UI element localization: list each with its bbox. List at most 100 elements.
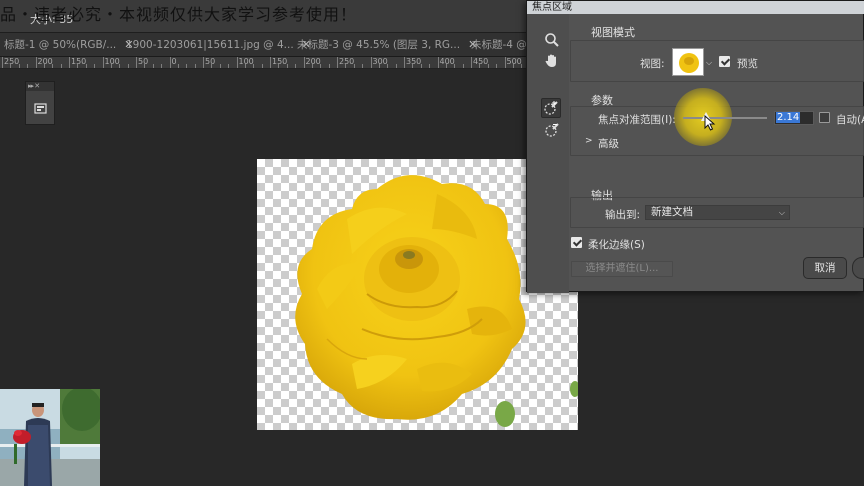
ruler-label: 400 bbox=[439, 57, 455, 66]
ruler-tick bbox=[203, 57, 204, 68]
ruler-tick bbox=[261, 64, 263, 68]
output-to-label: 输出到: bbox=[605, 209, 641, 221]
ruler-tick bbox=[445, 64, 447, 68]
ruler-tick bbox=[236, 57, 238, 68]
ruler-tick bbox=[211, 64, 213, 68]
ruler-label: 150 bbox=[71, 57, 87, 66]
ruler-label: 350 bbox=[406, 57, 422, 66]
zoom-tool-icon[interactable] bbox=[543, 31, 561, 49]
ruler-tick bbox=[194, 64, 196, 68]
ruler-label: 450 bbox=[473, 57, 489, 66]
ruler-tick bbox=[286, 64, 288, 68]
preview-label: 预览 bbox=[737, 58, 758, 70]
collapsed-panel[interactable]: ▸▸ ✕ bbox=[25, 81, 55, 125]
preview-checkbox[interactable] bbox=[719, 56, 730, 67]
ruler-tick bbox=[69, 57, 70, 68]
ruler-tick bbox=[127, 64, 129, 68]
ruler-tick bbox=[144, 64, 146, 68]
ruler-tick bbox=[479, 64, 481, 68]
output-to-select[interactable]: 新建文档 ⌵ bbox=[645, 205, 790, 220]
ruler-tick bbox=[43, 64, 45, 68]
ruler-tick bbox=[504, 57, 506, 68]
select-and-mask-button[interactable]: 选择并遮住(L)... bbox=[571, 261, 673, 277]
view-mode-section-label: 视图模式 bbox=[591, 26, 635, 39]
ruler-tick bbox=[337, 57, 338, 68]
ruler-tick bbox=[110, 64, 112, 68]
ruler-tick bbox=[362, 64, 364, 68]
ruler-tick bbox=[496, 64, 498, 68]
person-photo bbox=[0, 389, 100, 486]
hand-tool-icon[interactable] bbox=[543, 52, 561, 70]
focus-area-subtract-tool-icon[interactable] bbox=[543, 121, 561, 139]
soften-edges-label: 柔化边缘(S) bbox=[588, 239, 645, 251]
output-to-value: 新建文档 bbox=[651, 206, 693, 218]
ruler-tick bbox=[420, 64, 422, 68]
ruler-tick bbox=[85, 64, 87, 68]
ruler-tick bbox=[471, 57, 472, 68]
watermark-text: 品・违者必究・本视频仅供大家学习参考使用！ bbox=[0, 5, 358, 24]
ruler-tick bbox=[328, 64, 330, 68]
ruler-tick bbox=[94, 64, 96, 68]
ruler-tick bbox=[462, 64, 464, 68]
ruler-tick bbox=[27, 64, 29, 68]
ruler-tick bbox=[35, 57, 37, 68]
ruler-tick bbox=[253, 64, 255, 68]
panel-header[interactable]: ▸▸ ✕ bbox=[26, 82, 54, 91]
ruler-tick bbox=[404, 57, 405, 68]
brush-add-icon bbox=[544, 101, 558, 115]
ruler-tick bbox=[102, 57, 104, 68]
chevron-down-icon[interactable]: ⌵ bbox=[706, 58, 712, 68]
view-mode-section bbox=[570, 40, 864, 82]
cancel-button[interactable]: 取消 bbox=[803, 257, 847, 279]
focus-range-input[interactable]: 2.14 bbox=[774, 111, 814, 125]
focus-area-add-tool[interactable] bbox=[541, 98, 561, 118]
advanced-toggle[interactable]: 高级 bbox=[598, 136, 619, 151]
view-mode-thumbnail[interactable] bbox=[672, 48, 704, 76]
ruler-label: 100 bbox=[238, 57, 254, 66]
chevron-right-icon[interactable]: > bbox=[585, 136, 593, 146]
ruler-tick bbox=[18, 64, 20, 68]
ruler-tick bbox=[52, 64, 54, 68]
soften-edges-checkbox[interactable] bbox=[571, 237, 582, 248]
ruler-tick bbox=[228, 64, 230, 68]
ruler-label: 250 bbox=[4, 57, 20, 66]
ruler-tick bbox=[370, 57, 372, 68]
ruler-label: 0 bbox=[171, 57, 177, 66]
document-tab[interactable]: 1900-1203061|15611.jpg @ 4... ✕ bbox=[122, 33, 311, 57]
tab-label: 标题-1 @ 50%(RGB/... bbox=[4, 39, 117, 51]
ruler-tick bbox=[177, 64, 179, 68]
ruler-tick bbox=[119, 64, 121, 68]
panel-icon[interactable] bbox=[34, 102, 47, 115]
tab-label: 未标题-3 @ 45.5% (图层 3, RG... bbox=[297, 39, 461, 51]
ruler-tick bbox=[136, 57, 137, 68]
ruler-tick bbox=[345, 64, 347, 68]
document-tab[interactable]: 未标题-3 @ 45.5% (图层 3, RG... ✕ bbox=[293, 33, 477, 57]
ruler-label: 100 bbox=[104, 57, 120, 66]
ruler-tick bbox=[278, 64, 280, 68]
view-label: 视图: bbox=[640, 58, 665, 70]
focus-range-slider[interactable] bbox=[683, 117, 767, 119]
focus-range-value: 2.14 bbox=[776, 112, 801, 123]
ruler-tick bbox=[169, 57, 171, 68]
ruler-tick bbox=[412, 64, 414, 68]
dialog-title[interactable]: 焦点区域 bbox=[527, 1, 864, 14]
ruler-tick bbox=[429, 64, 431, 68]
ruler-tick bbox=[186, 64, 188, 68]
ruler-tick bbox=[219, 64, 221, 68]
ruler-tick bbox=[303, 57, 305, 68]
ruler-tick bbox=[487, 64, 489, 68]
ruler-tick bbox=[387, 64, 389, 68]
ruler-label: 200 bbox=[305, 57, 321, 66]
ruler-tick bbox=[295, 64, 297, 68]
ruler-tick bbox=[77, 64, 79, 68]
tab-label: 1900-1203061|15611.jpg @ 4... bbox=[126, 39, 294, 51]
ruler-label: 150 bbox=[272, 57, 288, 66]
ruler-tick bbox=[454, 64, 456, 68]
ok-button[interactable] bbox=[852, 257, 864, 279]
document-tab[interactable]: 标题-1 @ 50%(RGB/... ✕ bbox=[0, 33, 133, 57]
ruler-tick bbox=[60, 64, 62, 68]
ruler-tick bbox=[161, 64, 163, 68]
ruler-tick bbox=[378, 64, 380, 68]
auto-checkbox[interactable] bbox=[819, 112, 830, 123]
ruler-tick bbox=[10, 64, 12, 68]
